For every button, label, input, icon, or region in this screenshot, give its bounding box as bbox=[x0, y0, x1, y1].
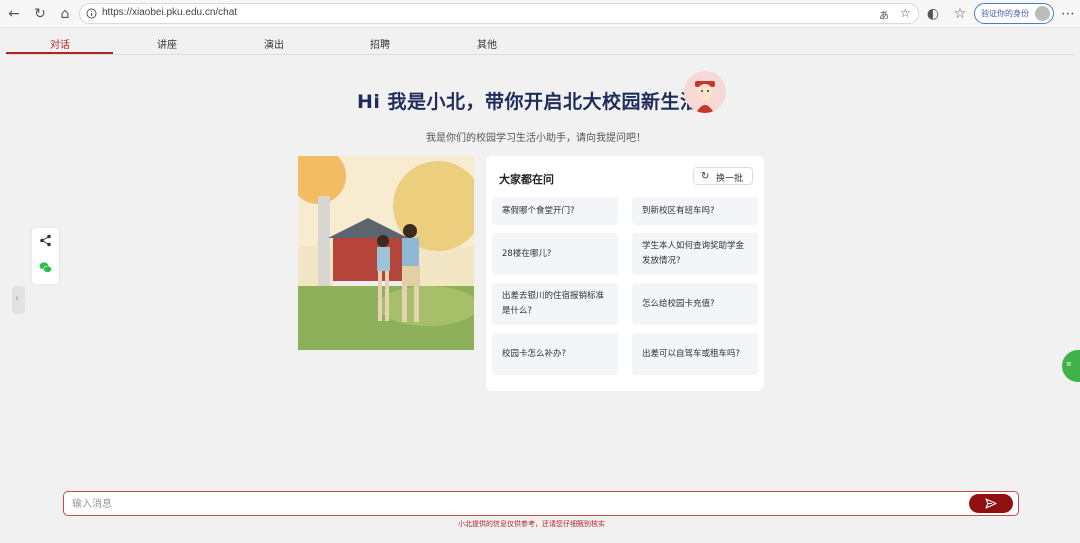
profile-avatar-icon bbox=[1035, 6, 1050, 21]
tab-other[interactable]: 其他 bbox=[477, 36, 497, 51]
faq-question[interactable]: 寒假哪个食堂开门? bbox=[492, 197, 618, 225]
share-panel bbox=[32, 228, 59, 284]
chat-page: 对话 讲座 演出 招聘 其他 Hi 我是小北，带你开启北大校园新生活 我是你们的… bbox=[6, 30, 1074, 540]
assistant-avatar bbox=[684, 71, 726, 113]
home-icon[interactable]: ⌂ bbox=[57, 6, 73, 22]
faq-title: 大家都在问 bbox=[499, 173, 554, 186]
send-button[interactable] bbox=[969, 494, 1013, 513]
faq-question[interactable]: 出差可以自驾车或租车吗? bbox=[632, 333, 758, 375]
message-input[interactable] bbox=[72, 496, 952, 512]
sidebar-toggle[interactable]: › bbox=[12, 286, 25, 314]
faq-question[interactable]: 校园卡怎么补办? bbox=[492, 333, 618, 375]
faq-question[interactable]: 怎么给校园卡充值? bbox=[632, 283, 758, 325]
verify-label: 验证你的身份 bbox=[981, 9, 1029, 18]
faq-question[interactable]: 学生本人如何查询奖助学金发放情况? bbox=[632, 233, 758, 275]
address-bar[interactable]: https://xiaobei.pku.edu.cn/chat あ ☆ bbox=[79, 3, 919, 24]
url-text: https://xiaobei.pku.edu.cn/chat bbox=[102, 7, 238, 18]
page-title: Hi 我是小北，带你开启北大校园新生活 bbox=[357, 91, 700, 113]
chevron-right-icon: › bbox=[15, 293, 19, 304]
info-icon bbox=[86, 8, 97, 19]
back-icon[interactable]: ← bbox=[6, 6, 22, 22]
tab-performances[interactable]: 演出 bbox=[264, 36, 284, 51]
faq-card: 大家都在问 ↻ 换一批 寒假哪个食堂开门? 到新校区有班车吗? 28楼在哪儿? … bbox=[486, 156, 764, 391]
faq-question[interactable]: 28楼在哪儿? bbox=[492, 233, 618, 275]
send-icon bbox=[985, 498, 997, 509]
page-subtitle: 我是你们的校园学习生活小助手，请向我提问吧！ bbox=[426, 133, 646, 144]
tab-recruitment[interactable]: 招聘 bbox=[370, 36, 390, 51]
category-tabs: 对话 讲座 演出 招聘 其他 bbox=[6, 30, 1074, 55]
campus-illustration bbox=[298, 156, 474, 350]
faq-question[interactable]: 出差去银川的住宿报销标准是什么? bbox=[492, 283, 618, 325]
disclaimer-text: 小北提供的信息仅供参考，还请您仔细甄别核实 bbox=[458, 520, 605, 528]
tab-lectures[interactable]: 讲座 bbox=[157, 36, 177, 51]
translate-icon[interactable]: あ bbox=[879, 7, 889, 22]
refresh-icon: ↻ bbox=[701, 171, 710, 182]
verify-identity-button[interactable]: 验证你的身份 bbox=[974, 3, 1054, 24]
favorites-icon[interactable]: ☆ bbox=[952, 6, 968, 22]
floating-tab-icon: ≡ bbox=[1066, 360, 1072, 368]
extensions-icon[interactable]: ◐ bbox=[925, 6, 941, 22]
refresh-button[interactable]: ↻ 换一批 bbox=[693, 167, 753, 185]
refresh-label: 换一批 bbox=[716, 174, 744, 184]
share-icon[interactable] bbox=[39, 234, 52, 247]
reload-icon[interactable]: ↻ bbox=[32, 6, 48, 22]
wechat-icon[interactable] bbox=[39, 261, 52, 274]
faq-question[interactable]: 到新校区有班车吗? bbox=[632, 197, 758, 225]
active-tab-indicator bbox=[6, 52, 113, 54]
more-menu-icon[interactable]: ⋯ bbox=[1060, 6, 1076, 22]
favorite-star-icon[interactable]: ☆ bbox=[900, 6, 911, 20]
chat-input-bar bbox=[63, 491, 1019, 516]
browser-toolbar: ← ↻ ⌂ https://xiaobei.pku.edu.cn/chat あ … bbox=[0, 0, 1080, 28]
tab-chat[interactable]: 对话 bbox=[50, 36, 70, 51]
